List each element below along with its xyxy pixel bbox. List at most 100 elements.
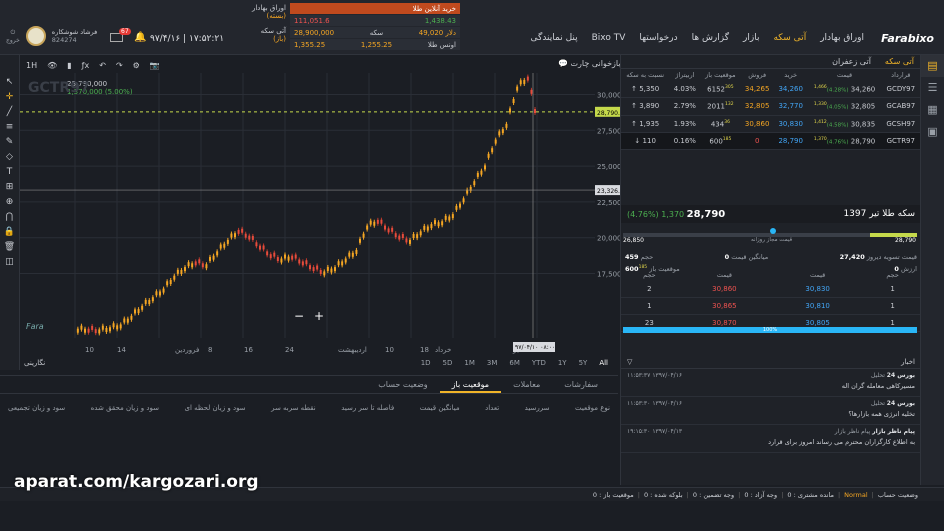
camera-icon[interactable]: 📷 [150,61,160,70]
order-book-row[interactable]: 1 30,830 30,860 2 [621,281,921,298]
market-watch-icon[interactable]: ▤ [921,55,944,77]
price-chart[interactable]: 30,000 27,500 25,000 22,500 20,000 17,500 10 14… [20,73,628,370]
coin-status[interactable]: آتی سکه (باز) [246,27,286,43]
securities-status[interactable]: اوراق بهادار (بسته) [246,4,286,20]
trash-icon[interactable]: 🗑 [0,240,19,255]
brush-icon[interactable]: ✎ [0,135,19,150]
table-header: قرارداد قیمت خرید فروش موقعیت باز اربیتر… [626,71,911,79]
undo-icon[interactable]: ↶ [99,61,106,70]
zoom-icon[interactable]: ⊕ [0,195,19,210]
nav-bixo-tv[interactable]: Bixo TV [592,33,626,43]
nav-reports[interactable]: گزارش ها [692,33,729,43]
cursor-price-tag: 23,326.34 [597,188,620,195]
range-button[interactable]: 5D [443,359,453,367]
side-strip: ▤ ☰ ▦ ▣ [920,55,944,485]
candle-body [494,139,497,144]
user-block[interactable]: ⏻ خروج فرشاد شوشکاره 824274 [6,26,97,46]
candle-body [519,80,522,85]
tab-trades[interactable]: معاملات [501,376,552,393]
order-book-row[interactable]: 1 30,810 30,865 1 [621,298,921,315]
positions-header: نوع موقعیت سررسید تعداد میانگین قیمت فاص… [8,404,610,412]
eye-icon[interactable]: 👁 [47,61,57,70]
range-button[interactable]: 5Y [579,359,588,367]
fib-icon[interactable]: ≡ [0,120,19,135]
tab-saffron-futures[interactable]: آتی زعفران [832,57,871,66]
crosshair-icon[interactable]: ✛ [0,90,19,105]
magnet-icon[interactable]: ⋂ [0,210,19,225]
cursor-icon[interactable]: ↖ [0,75,19,90]
avatar[interactable] [25,26,46,46]
tab-coin-futures[interactable]: آتی سکه [885,57,914,66]
tab-orders[interactable]: سفارشات [552,376,610,393]
list-icon[interactable]: ☰ [921,77,944,99]
settings-icon[interactable]: ⚙ [133,61,140,70]
table-row[interactable]: GCSH97 30,835 (4.58%)1,412 30,830 30,860… [621,115,920,133]
candle-body [491,148,494,153]
layers-icon[interactable]: ◫ [0,255,19,270]
nav-requests[interactable]: درخواستها [639,33,677,43]
nav-agent-panel[interactable]: پنل نمایندگی [531,33,578,43]
chart-toolbar: 1H 👁 ▮ ƒx ↶ ↷ ⚙ 📷 [20,57,593,73]
status-item: وجه آزاد : 0 [744,490,778,499]
nav-securities[interactable]: اوراق بهادار [820,33,864,43]
candle-body [291,255,294,260]
news-item[interactable]: بورس 24 تحلیل ۱۳۹۷/۰۴/۱۶ ۱۱:۵۳:۳۰ تخلیه ا… [621,397,921,425]
zoom-in-button[interactable]: + [314,309,324,323]
y-tick-label: 25,000 [597,163,620,171]
market-tabs: آتی سکه آتی زعفران [621,55,920,69]
trendline-icon[interactable]: ╱ [0,105,19,120]
range-button[interactable]: 1Y [558,359,567,367]
zoom-out-button[interactable]: − [294,309,304,323]
status-item: بلوکه شده : 0 [643,490,683,499]
candle-body [262,245,265,250]
range-button[interactable]: YTD [532,359,546,367]
reload-chart-button[interactable]: بازخوانی چارت 💬 [558,59,621,68]
lock-icon[interactable]: 🔒 [0,225,19,240]
candle-body [223,243,226,248]
candle-body [526,76,529,81]
filter-icon[interactable]: ▽ [627,358,632,366]
calendar-icon[interactable]: ▦ [921,99,944,121]
table-row[interactable]: GCTR97 28,790 (4.76%)1,370 28,790 0 6001… [621,132,920,150]
range-high: 28,790 [895,237,916,244]
range-button[interactable]: 6M [509,359,520,367]
text-icon[interactable]: T [0,165,19,180]
table-row[interactable]: GCAB97 32,805 (4.05%)1,330 32,770 32,805… [621,98,920,116]
candle-body [237,229,240,234]
range-button[interactable]: 1M [464,359,475,367]
table-row[interactable]: GCDY97 34,260 (4.28%)1,466 34,260 34,265… [621,81,920,98]
measure-icon[interactable]: ⊞ [0,180,19,195]
candle-body [316,265,319,270]
logout-button[interactable]: ⏻ خروج [6,29,20,44]
tab-open-positions[interactable]: موقعیت باز [439,376,502,393]
nav-market[interactable]: بازار [743,33,759,43]
candle-body [412,234,415,239]
main-nav: اوراق بهادار آتی سکه بازار گزارش ها درخو… [531,33,864,43]
candle-icon[interactable]: ▮ [67,61,71,70]
status-item: وجه تضمین : 0 [692,490,735,499]
toggle-label[interactable]: نگارینی [24,359,45,367]
tab-account-status[interactable]: وضعیت حساب [366,376,439,393]
candle-body [144,299,147,304]
wallet-icon[interactable]: ▣ [921,121,944,143]
range-button[interactable]: All [599,359,608,367]
range-button[interactable]: 1D [421,359,431,367]
interval-select[interactable]: 1H [26,61,37,70]
bell-icon[interactable]: 🔔 [134,32,146,43]
candle-body [273,252,276,257]
news-header: اخبار ▽ [621,355,921,369]
candle-body [159,291,161,296]
buy-gold-online-button[interactable]: خرید آنلاین طلا [290,3,460,14]
news-item[interactable]: پیام ناظر بازار پیام ناظر بازار ۱۳۹۷/۰۴/۱… [621,425,921,453]
indicators-icon[interactable]: ƒx [82,61,90,70]
redo-icon[interactable]: ↷ [116,61,123,70]
range-marker [770,228,776,234]
shape-icon[interactable]: ◇ [0,150,19,165]
candle-body [305,260,308,265]
candle-body [191,263,194,268]
nav-coin-futures[interactable]: آتی سکه [773,33,806,43]
news-item[interactable]: بورس 24 تحلیل ۱۳۹۷/۰۴/۱۶ ۱۱:۵۳:۳۷ مسیرکاه… [621,369,921,397]
range-button[interactable]: 3M [487,359,498,367]
candle-body [384,225,386,230]
candle-body [226,239,229,244]
